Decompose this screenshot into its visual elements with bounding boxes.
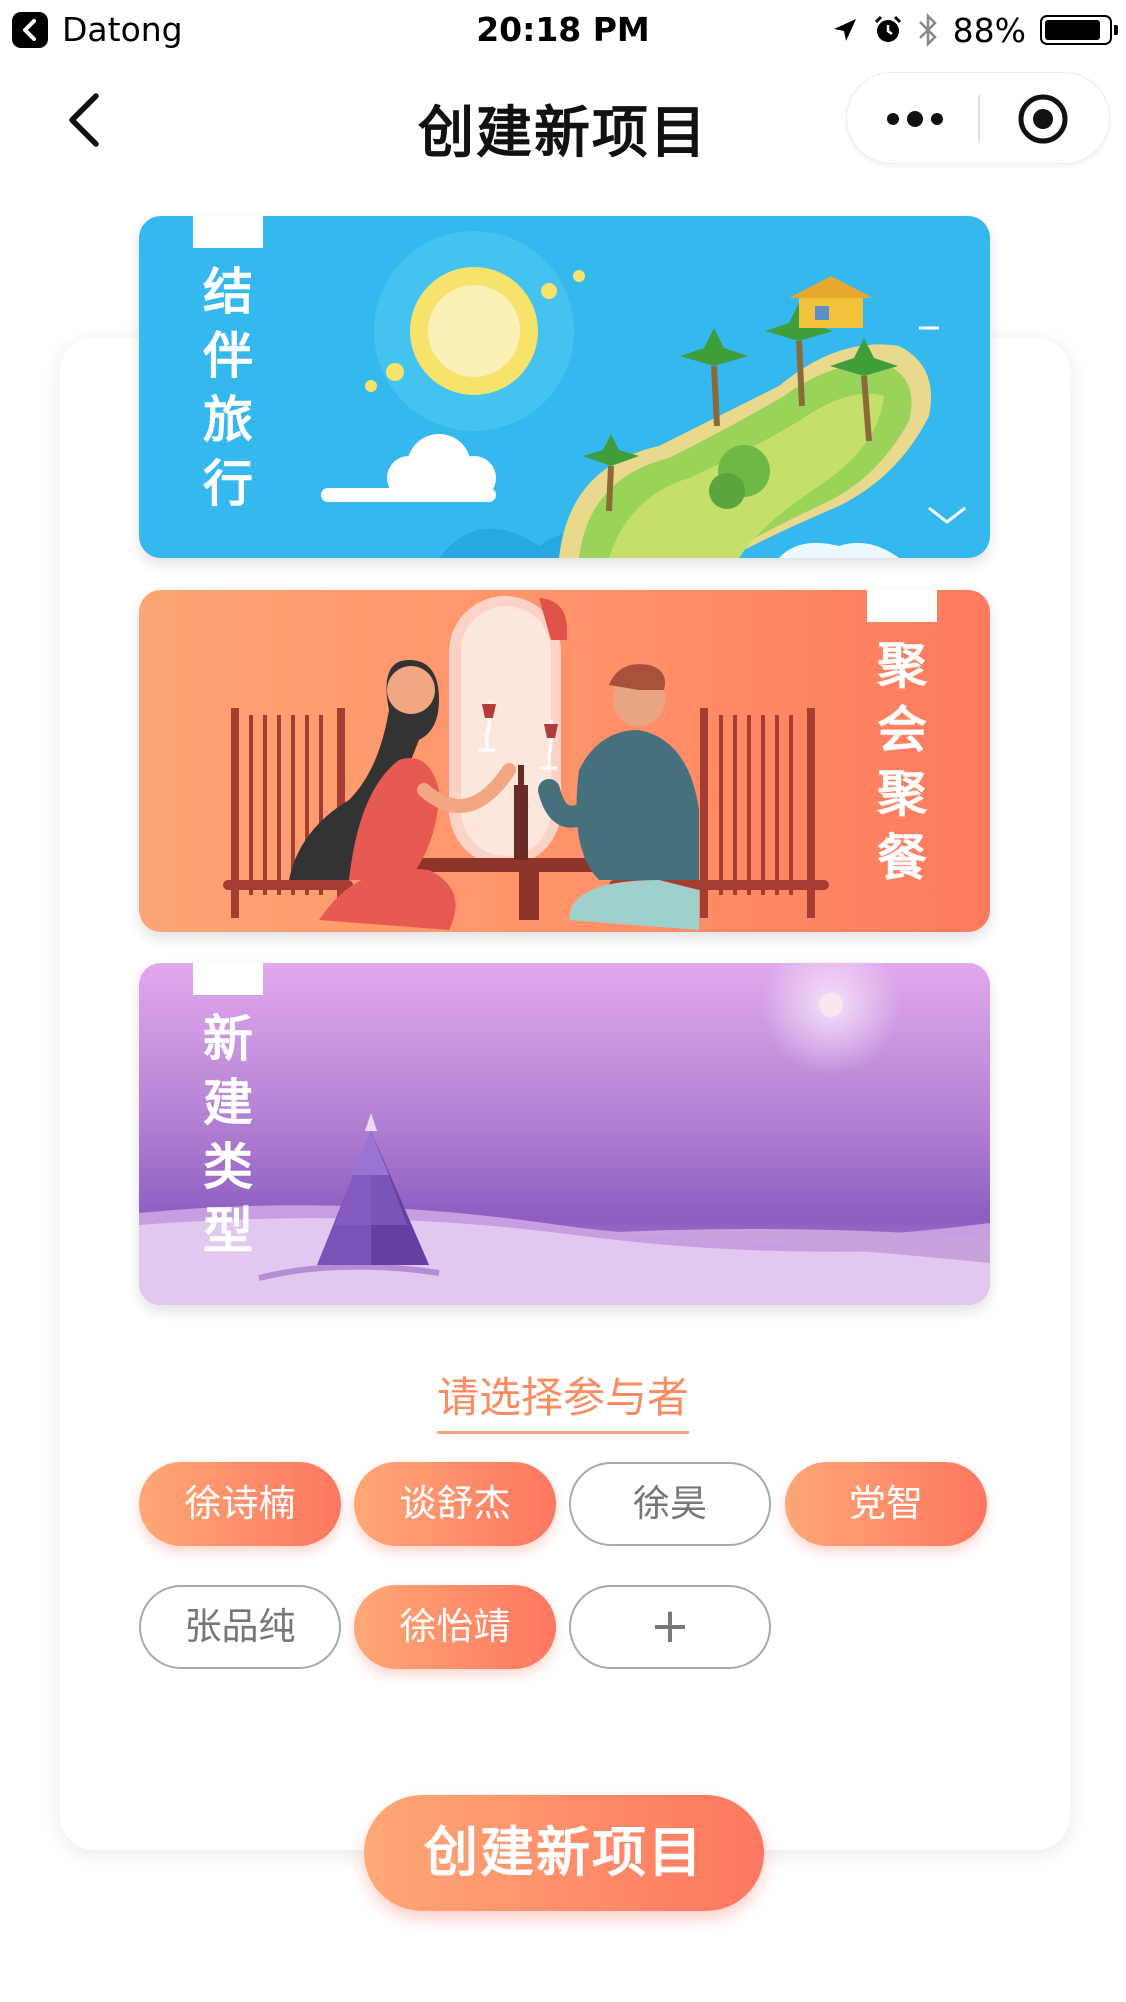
card-travel[interactable]: 结伴旅行 bbox=[139, 216, 990, 558]
bluetooth-icon bbox=[918, 13, 937, 47]
card-label: 新建类型 bbox=[193, 1007, 263, 1263]
card-label-char: 型 bbox=[203, 1202, 253, 1260]
card-label: 结伴旅行 bbox=[193, 260, 263, 516]
card-tab bbox=[193, 216, 263, 248]
card-party[interactable]: 聚会聚餐 bbox=[139, 590, 990, 932]
add-participant-button[interactable]: + bbox=[569, 1585, 771, 1669]
nav-bar: 创建新项目 bbox=[0, 60, 1126, 180]
card-label-char: 建 bbox=[203, 1074, 253, 1132]
participant-chip[interactable]: 徐诗楠 bbox=[139, 1462, 341, 1546]
participant-chip[interactable]: 徐怡靖 bbox=[354, 1585, 556, 1669]
card-label-char: 行 bbox=[203, 455, 253, 513]
target-icon[interactable] bbox=[1015, 91, 1071, 147]
card-label-char: 旅 bbox=[203, 391, 253, 449]
battery-percent: 88% bbox=[952, 10, 1026, 50]
location-icon bbox=[833, 19, 856, 41]
participant-chip[interactable]: 徐昊 bbox=[569, 1462, 771, 1546]
card-label-char: 伴 bbox=[203, 327, 253, 385]
card-label-char: 新 bbox=[203, 1010, 253, 1068]
mini-program-capsule bbox=[846, 72, 1110, 164]
card-label-text: 新建类型 bbox=[193, 1007, 263, 1263]
card-label-text: 聚会聚餐 bbox=[867, 634, 937, 890]
card-label-text: 结伴旅行 bbox=[193, 260, 263, 516]
card-new-type[interactable]: 新建类型 bbox=[139, 963, 990, 1305]
battery-icon bbox=[1040, 15, 1118, 45]
card-label: 聚会聚餐 bbox=[867, 634, 937, 890]
card-label-char: 餐 bbox=[877, 829, 927, 887]
card-label-char: 聚 bbox=[877, 765, 927, 823]
snow-tree-illustration bbox=[139, 963, 990, 1305]
participants-title: 请选择参与者 bbox=[0, 1364, 1126, 1434]
card-label-char: 聚 bbox=[877, 637, 927, 695]
create-project-button[interactable]: 创建新项目 bbox=[364, 1795, 764, 1911]
participant-chip[interactable]: 张品纯 bbox=[139, 1585, 341, 1669]
card-tab bbox=[867, 590, 937, 622]
card-label-char: 类 bbox=[203, 1138, 253, 1196]
card-label-char: 会 bbox=[877, 701, 927, 759]
card-tab bbox=[193, 963, 263, 995]
participants-title-text: 请选择参与者 bbox=[436, 1364, 689, 1434]
card-label-char: 结 bbox=[203, 263, 253, 321]
island-illustration bbox=[321, 231, 966, 558]
participant-chip[interactable]: 谈舒杰 bbox=[354, 1462, 556, 1546]
more-dots-icon[interactable] bbox=[883, 103, 947, 135]
dinner-illustration bbox=[223, 596, 829, 930]
participant-chip[interactable]: 党智 bbox=[785, 1462, 987, 1546]
status-bar: Datong 20:18 PM 88% bbox=[0, 0, 1126, 60]
alarm-icon bbox=[874, 15, 901, 42]
